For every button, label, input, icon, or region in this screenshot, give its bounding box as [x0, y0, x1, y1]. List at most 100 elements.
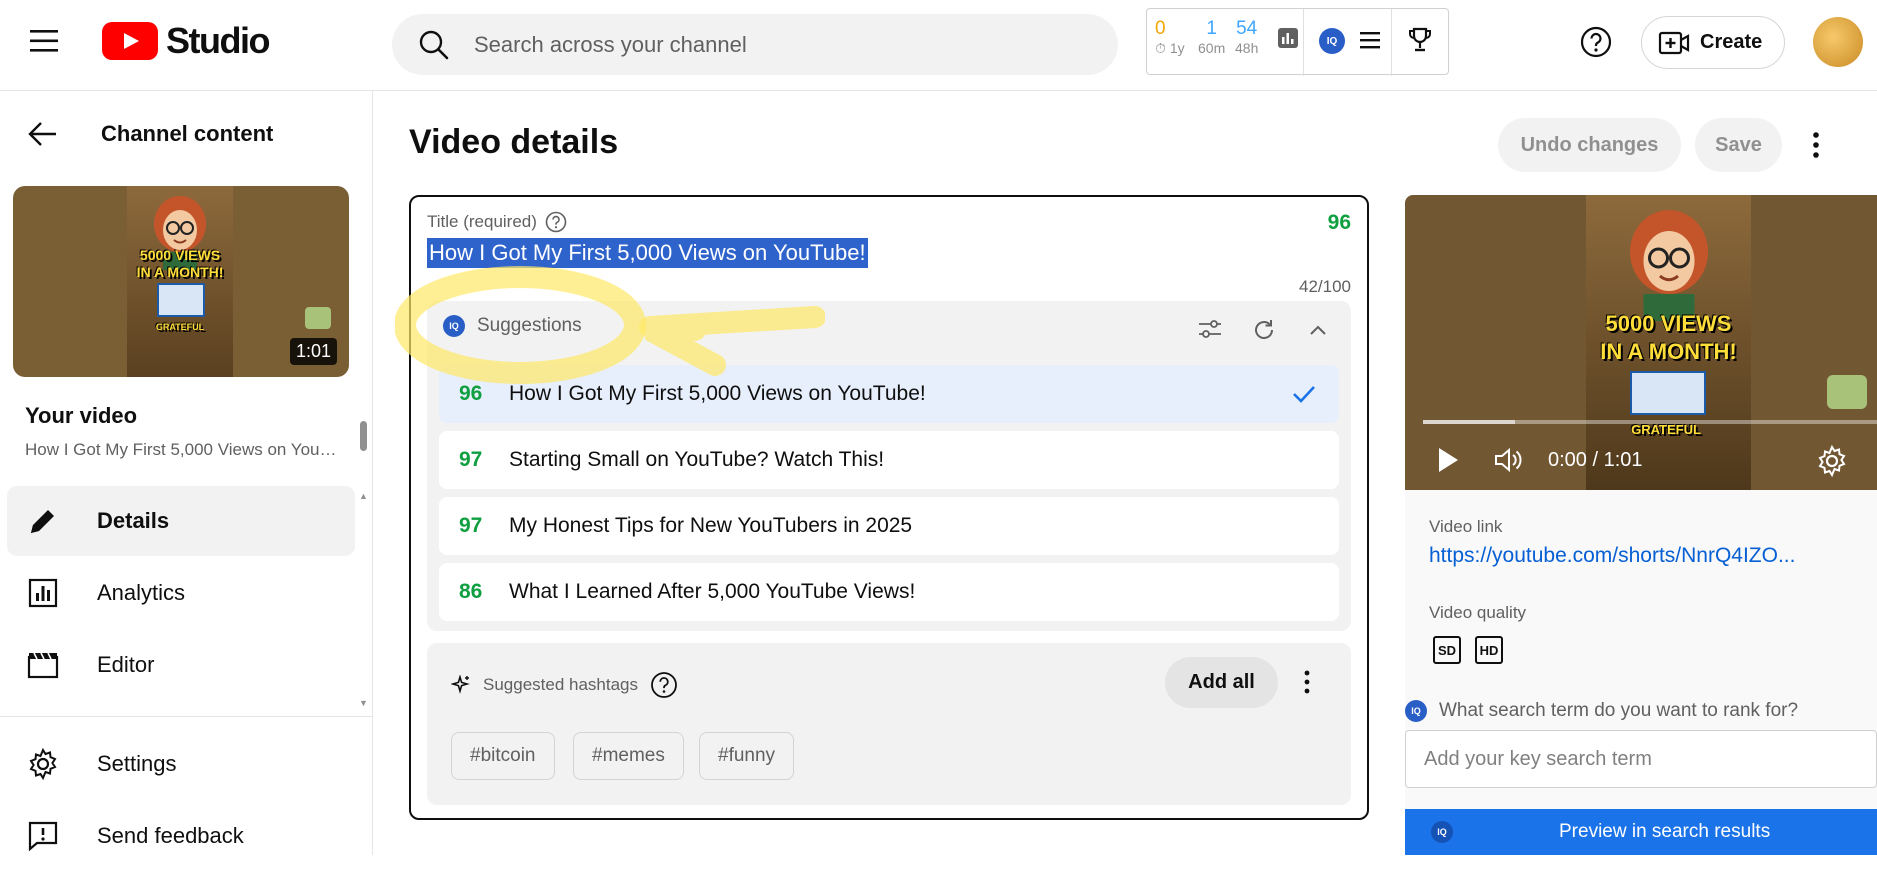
title-field[interactable]: Title (required) 96 How I Got My First 5…	[409, 195, 1369, 820]
undo-changes-button[interactable]: Undo changes	[1498, 118, 1681, 172]
bar-chart-icon[interactable]	[1277, 27, 1299, 49]
sidebar-item-label: Details	[97, 508, 170, 533]
vidiq-stat-60m[interactable]: 1 60m	[1198, 19, 1225, 57]
suggestion-item[interactable]: 96 How I Got My First 5,000 Views on You…	[439, 365, 1339, 423]
preview-in-search-button[interactable]: IQ Preview in search results	[1405, 809, 1877, 855]
sidebar-item-editor[interactable]: Editor	[7, 630, 355, 700]
your-video-title[interactable]: How I Got My First 5,000 Views on YouTub…	[25, 440, 345, 460]
search-bar[interactable]	[392, 14, 1118, 75]
sidebar-item-settings[interactable]: Settings	[7, 729, 355, 799]
sparkle-icon	[451, 675, 471, 695]
sidebar-scrollbar[interactable]	[360, 421, 367, 451]
save-button[interactable]: Save	[1695, 118, 1782, 172]
refresh-icon[interactable]	[1251, 317, 1277, 343]
key-search-term-input[interactable]	[1405, 730, 1877, 788]
feedback-icon	[27, 820, 59, 852]
sidebar-item-label: Send feedback	[97, 823, 244, 848]
poster-bottom: GRATEFUL	[1631, 422, 1701, 437]
stat-sub-label: 1y	[1169, 40, 1185, 56]
title-label-text: Title (required)	[427, 212, 537, 231]
avatar[interactable]	[1813, 17, 1863, 67]
suggestions-label: Suggestions	[477, 315, 582, 336]
arrow-left-icon[interactable]	[28, 121, 58, 147]
scroll-down-icon[interactable]: ▼	[359, 698, 369, 708]
stat-value: 1	[1206, 18, 1217, 39]
suggestion-item[interactable]: 97 My Honest Tips for New YouTubers in 2…	[439, 497, 1339, 555]
video-player[interactable]: 5000 VIEWS IN A MONTH! GRATEFUL 0:00 / 1…	[1405, 195, 1877, 490]
video-link[interactable]: https://youtube.com/shorts/NnrQ4IZO...	[1429, 544, 1849, 568]
poster-line-2: IN A MONTH!	[136, 264, 224, 280]
help-icon[interactable]	[1580, 26, 1612, 58]
logo-text: Studio	[166, 20, 270, 61]
analytics-icon	[27, 577, 59, 609]
suggestions-tools	[1197, 317, 1331, 343]
your-video-label: Your video	[25, 403, 138, 428]
help-icon[interactable]	[650, 671, 678, 699]
vidiq-logo-icon[interactable]: IQ	[1319, 28, 1345, 54]
sliders-icon[interactable]	[1197, 317, 1223, 343]
add-all-button[interactable]: Add all	[1165, 657, 1278, 708]
top-header: Studio 0 ⏱ 1y 1 60m 54 48h IQ	[0, 0, 1877, 91]
progress-bar[interactable]	[1423, 420, 1877, 424]
thumbnail-poster: 5000 VIEWS IN A MONTH! GRATEFUL	[127, 186, 233, 377]
studio-logo[interactable]: Studio	[102, 20, 270, 62]
video-thumbnail[interactable]: 5000 VIEWS IN A MONTH! GRATEFUL 1:01	[13, 186, 349, 377]
vidiq-logo-icon: IQ	[1431, 821, 1453, 843]
help-icon[interactable]	[545, 211, 567, 233]
vidiq-stat-48h[interactable]: 54 48h	[1235, 19, 1258, 57]
hashtag-chip[interactable]: #memes	[573, 732, 684, 780]
suggestion-text: My Honest Tips for New YouTubers in 2025	[509, 514, 913, 537]
more-vert-icon[interactable]	[1297, 667, 1317, 697]
suggestion-score: 96	[459, 382, 483, 405]
trophy-icon[interactable]	[1407, 26, 1433, 54]
character-count: 42/100	[1299, 277, 1351, 296]
add-video-icon	[1658, 30, 1690, 56]
progress-fill	[1423, 420, 1515, 424]
scroll-up-icon[interactable]: ▲	[359, 491, 369, 501]
suggestions-panel: IQ Suggestions 96 How I Got My First 5,0…	[427, 301, 1351, 631]
title-input[interactable]: How I Got My First 5,000 Views on YouTub…	[427, 238, 868, 268]
video-info-panel: Video link https://youtube.com/shorts/Nn…	[1405, 490, 1877, 855]
vidiq-toolbar: 0 ⏱ 1y 1 60m 54 48h IQ	[1146, 8, 1449, 76]
suggestion-item[interactable]: 86 What I Learned After 5,000 YouTube Vi…	[439, 563, 1339, 621]
stat-value: 54	[1236, 18, 1258, 39]
mug-illustration	[305, 307, 331, 329]
search-input[interactable]	[472, 30, 1032, 59]
sidebar-item-analytics[interactable]: Analytics	[7, 558, 355, 628]
suggestion-item[interactable]: 97 Starting Small on YouTube? Watch This…	[439, 431, 1339, 489]
poster-card	[157, 283, 205, 317]
gear-icon[interactable]	[1816, 445, 1848, 477]
sidebar-divider	[0, 716, 373, 717]
keyword-prompt: What search term do you want to rank for…	[1439, 700, 1799, 721]
vidiq-stat-1y[interactable]: 0 ⏱ 1y	[1155, 19, 1185, 57]
channel-content-title[interactable]: Channel content	[101, 121, 273, 147]
vidiq-logo-icon: IQ	[1405, 700, 1427, 722]
sidebar-item-label: Settings	[97, 751, 177, 776]
sidebar: Channel content 5000 VIEWS IN A MONTH! G…	[0, 91, 373, 855]
volume-icon[interactable]	[1493, 445, 1525, 475]
poster-card	[1630, 371, 1706, 415]
page-title: Video details	[409, 123, 619, 161]
poster-line-2: IN A MONTH!	[1600, 339, 1737, 364]
play-icon[interactable]	[1435, 445, 1461, 475]
create-button[interactable]: Create	[1641, 16, 1785, 69]
more-vert-icon[interactable]	[1801, 128, 1831, 162]
list-icon[interactable]	[1359, 30, 1381, 50]
suggestion-score: 86	[459, 580, 483, 603]
menu-icon[interactable]	[30, 28, 60, 54]
sidebar-item-details[interactable]: Details	[7, 486, 355, 556]
search-icon	[418, 29, 450, 61]
channel-content-back[interactable]: Channel content	[28, 121, 273, 147]
sidebar-item-send-feedback[interactable]: Send feedback	[7, 801, 355, 871]
stat-sub-label: 60m	[1198, 40, 1226, 56]
chevron-up-icon[interactable]	[1305, 317, 1331, 343]
stat-sub-label: 48h	[1235, 40, 1259, 56]
sidebar-item-label: Editor	[97, 652, 155, 677]
vidiq-logo-icon: IQ	[443, 315, 465, 337]
player-time: 0:00 / 1:01	[1548, 449, 1643, 471]
gear-icon	[27, 748, 59, 780]
video-quality-label: Video quality	[1429, 603, 1527, 622]
hashtag-chip[interactable]: #funny	[699, 732, 795, 780]
title-score: 96	[1327, 211, 1351, 234]
hashtag-chip[interactable]: #bitcoin	[451, 732, 555, 780]
